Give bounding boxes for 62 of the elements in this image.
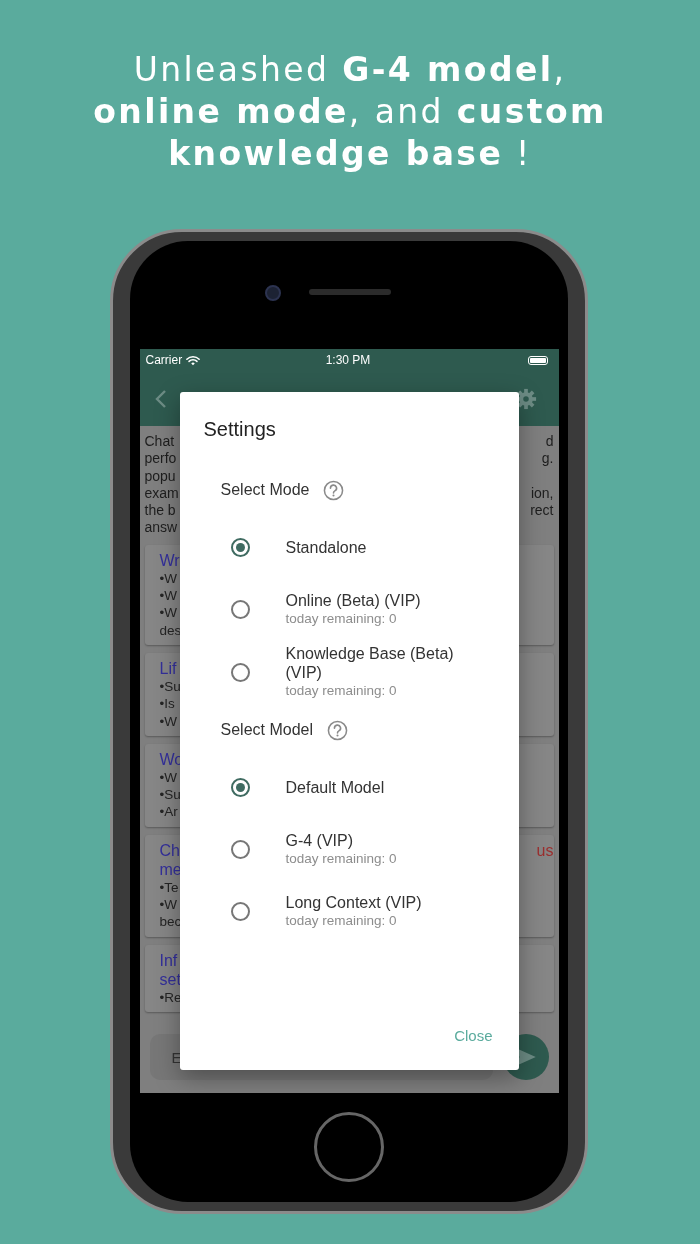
back-icon[interactable]: [154, 388, 167, 409]
camera-icon: [265, 285, 281, 301]
option-label[interactable]: Standalone: [285, 537, 367, 557]
intro-text: perfo: [144, 450, 177, 468]
card-title: Ch: [159, 840, 180, 860]
card-text: •W: [159, 587, 177, 605]
card-title: Inf: [159, 950, 178, 970]
card-title: us: [536, 840, 554, 860]
intro-text: popu: [144, 467, 176, 485]
option-label[interactable]: Default Model: [285, 777, 385, 797]
section-label: Select Model: [220, 721, 313, 739]
radio-button[interactable]: [230, 777, 250, 797]
radio-button[interactable]: [230, 901, 250, 921]
intro-text: answ: [144, 519, 178, 537]
intro-text: ion,: [530, 484, 554, 503]
card-text: •W: [159, 604, 177, 622]
card-text: •Re: [159, 988, 182, 1006]
radio-button[interactable]: [230, 599, 250, 619]
intro-text: rect: [530, 502, 554, 520]
card-text: •W: [159, 712, 177, 730]
intro-text: exam: [144, 484, 179, 503]
option-note: today remaining: 0: [285, 609, 398, 628]
intro-text: g.: [541, 450, 554, 468]
wifi-icon: [186, 354, 201, 366]
card-title: set: [159, 969, 181, 989]
option-note: today remaining: 0: [285, 911, 398, 930]
card-text: •Su: [159, 786, 181, 804]
card-text: •Is: [159, 695, 175, 713]
speaker-icon: [309, 289, 391, 295]
card-text: •Su: [159, 677, 181, 696]
card-title: Wr: [159, 550, 180, 570]
card-text: •Ar: [159, 803, 178, 821]
status-time: 1:30 PM: [325, 353, 371, 367]
card-text: •W: [159, 768, 177, 787]
card-text: •W: [159, 896, 177, 914]
help-icon[interactable]: [323, 479, 345, 501]
card-text: des: [159, 621, 182, 639]
intro-text: d: [545, 433, 554, 451]
option-label[interactable]: Online (Beta) (VIP): [285, 590, 421, 610]
card-title: Lif: [159, 658, 177, 678]
option-label[interactable]: Knowledge Base (Beta) (VIP): [285, 644, 476, 682]
option-label[interactable]: Long Context (VIP): [285, 892, 422, 912]
card-text: •Te: [159, 878, 179, 897]
carrier-label: Carrier: [145, 353, 183, 367]
dialog-title: Settings: [203, 417, 277, 442]
option-note: today remaining: 0: [285, 682, 398, 700]
radio-button[interactable]: [230, 537, 250, 557]
section-label: Select Mode: [220, 481, 310, 499]
card-text: •W: [159, 569, 177, 588]
headline-text: online mode, and custom: [93, 91, 607, 133]
option-note: today remaining: 0: [285, 849, 397, 868]
help-icon[interactable]: [327, 719, 348, 741]
option-label[interactable]: G-4 (VIP): [285, 830, 397, 850]
intro-text: the b: [144, 502, 176, 520]
card-text: bec: [159, 913, 182, 931]
radio-button[interactable]: [230, 839, 250, 859]
card-title: me: [159, 859, 182, 879]
battery-icon: [528, 355, 549, 365]
intro-text: Chat: [144, 433, 175, 451]
radio-button[interactable]: [230, 662, 250, 682]
headline-text: Unleashed G-4 model,: [133, 49, 567, 91]
headline-text: knowledge base !: [168, 133, 532, 175]
